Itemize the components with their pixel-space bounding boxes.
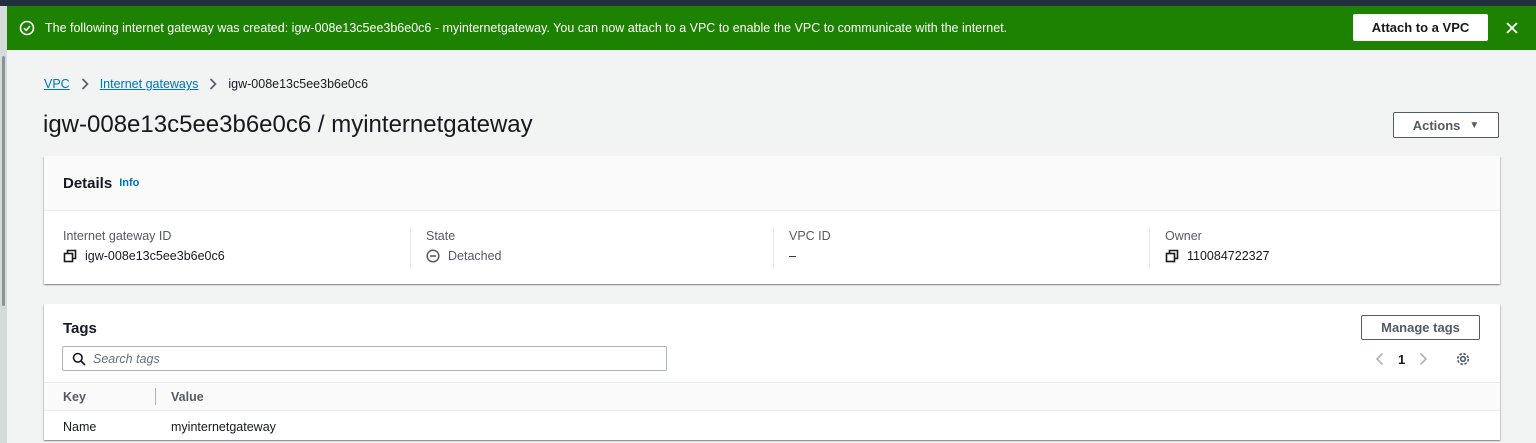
column-header-value[interactable]: Value xyxy=(171,390,204,404)
details-panel: Details Info Internet gateway ID igw-008… xyxy=(44,156,1500,284)
breadcrumb-vpc[interactable]: VPC xyxy=(44,77,70,91)
detail-vpc-id: VPC ID – xyxy=(773,228,1150,268)
gear-icon[interactable] xyxy=(1455,351,1471,367)
caret-down-icon: ▼ xyxy=(1469,119,1480,131)
tag-key-cell: Name xyxy=(63,420,97,434)
actions-label: Actions xyxy=(1412,117,1461,133)
pagination: 1 xyxy=(1374,350,1471,368)
detail-value: – xyxy=(789,248,1150,264)
flash-message: The following internet gateway was creat… xyxy=(45,21,1008,35)
page-number[interactable]: 1 xyxy=(1398,352,1405,367)
search-tags-input[interactable] xyxy=(93,351,653,366)
detail-value: 110084722327 xyxy=(1165,248,1489,264)
column-header-key[interactable]: Key xyxy=(63,390,86,404)
success-flash-banner: The following internet gateway was creat… xyxy=(7,6,1536,50)
attach-to-vpc-button[interactable]: Attach to a VPC xyxy=(1353,14,1488,41)
detail-owner: Owner 110084722327 xyxy=(1149,228,1489,268)
vpc-id-value: – xyxy=(789,249,796,263)
search-tags-field[interactable] xyxy=(62,346,667,371)
detail-label: VPC ID xyxy=(789,229,831,243)
actions-dropdown-button[interactable]: Actions ▼ xyxy=(1393,112,1499,138)
tags-table-header: Key Value xyxy=(44,382,1500,411)
minus-circle-icon xyxy=(426,249,440,263)
copy-icon[interactable] xyxy=(63,249,77,263)
chevron-left-icon[interactable] xyxy=(1374,352,1386,366)
chevron-right-icon xyxy=(206,77,220,91)
breadcrumb-internet-gateways[interactable]: Internet gateways xyxy=(100,77,199,91)
tag-value-cell: myinternetgateway xyxy=(171,420,276,434)
left-scrollbar[interactable] xyxy=(0,6,7,443)
chevron-right-icon[interactable] xyxy=(1417,352,1429,366)
close-icon[interactable] xyxy=(1503,19,1521,37)
copy-icon[interactable] xyxy=(1165,249,1179,263)
detail-label: Internet gateway ID xyxy=(63,229,172,243)
detail-label: State xyxy=(426,229,456,243)
info-link[interactable]: Info xyxy=(119,177,139,189)
page-title: igw-008e13c5ee3b6e0c6 / myinternetgatewa… xyxy=(43,111,533,138)
breadcrumb: VPC Internet gateways igw-008e13c5ee3b6e… xyxy=(44,76,368,92)
state-value: Detached xyxy=(448,249,502,263)
column-divider xyxy=(155,388,156,405)
search-icon xyxy=(72,352,86,366)
internet-gateway-id-value: igw-008e13c5ee3b6e0c6 xyxy=(85,249,225,263)
detail-internet-gateway-id: Internet gateway ID igw-008e13c5ee3b6e0c… xyxy=(63,228,411,268)
breadcrumb-current: igw-008e13c5ee3b6e0c6 xyxy=(228,77,369,91)
details-header: Details Info xyxy=(44,156,1500,211)
check-circle-icon xyxy=(19,20,35,36)
manage-tags-button[interactable]: Manage tags xyxy=(1361,315,1480,340)
tags-title: Tags xyxy=(63,320,97,337)
owner-value: 110084722327 xyxy=(1187,249,1270,263)
detail-value: Detached xyxy=(426,248,774,264)
detail-state: State Detached xyxy=(410,228,774,268)
detail-value: igw-008e13c5ee3b6e0c6 xyxy=(63,248,411,264)
tags-panel: Tags Manage tags 1 Key Value Name myinte… xyxy=(44,304,1500,440)
scrollbar-thumb[interactable] xyxy=(2,56,5,306)
details-title: Details xyxy=(63,174,113,192)
table-row: Name myinternetgateway xyxy=(44,411,1500,440)
chevron-right-icon xyxy=(78,77,92,91)
detail-label: Owner xyxy=(1165,229,1202,243)
